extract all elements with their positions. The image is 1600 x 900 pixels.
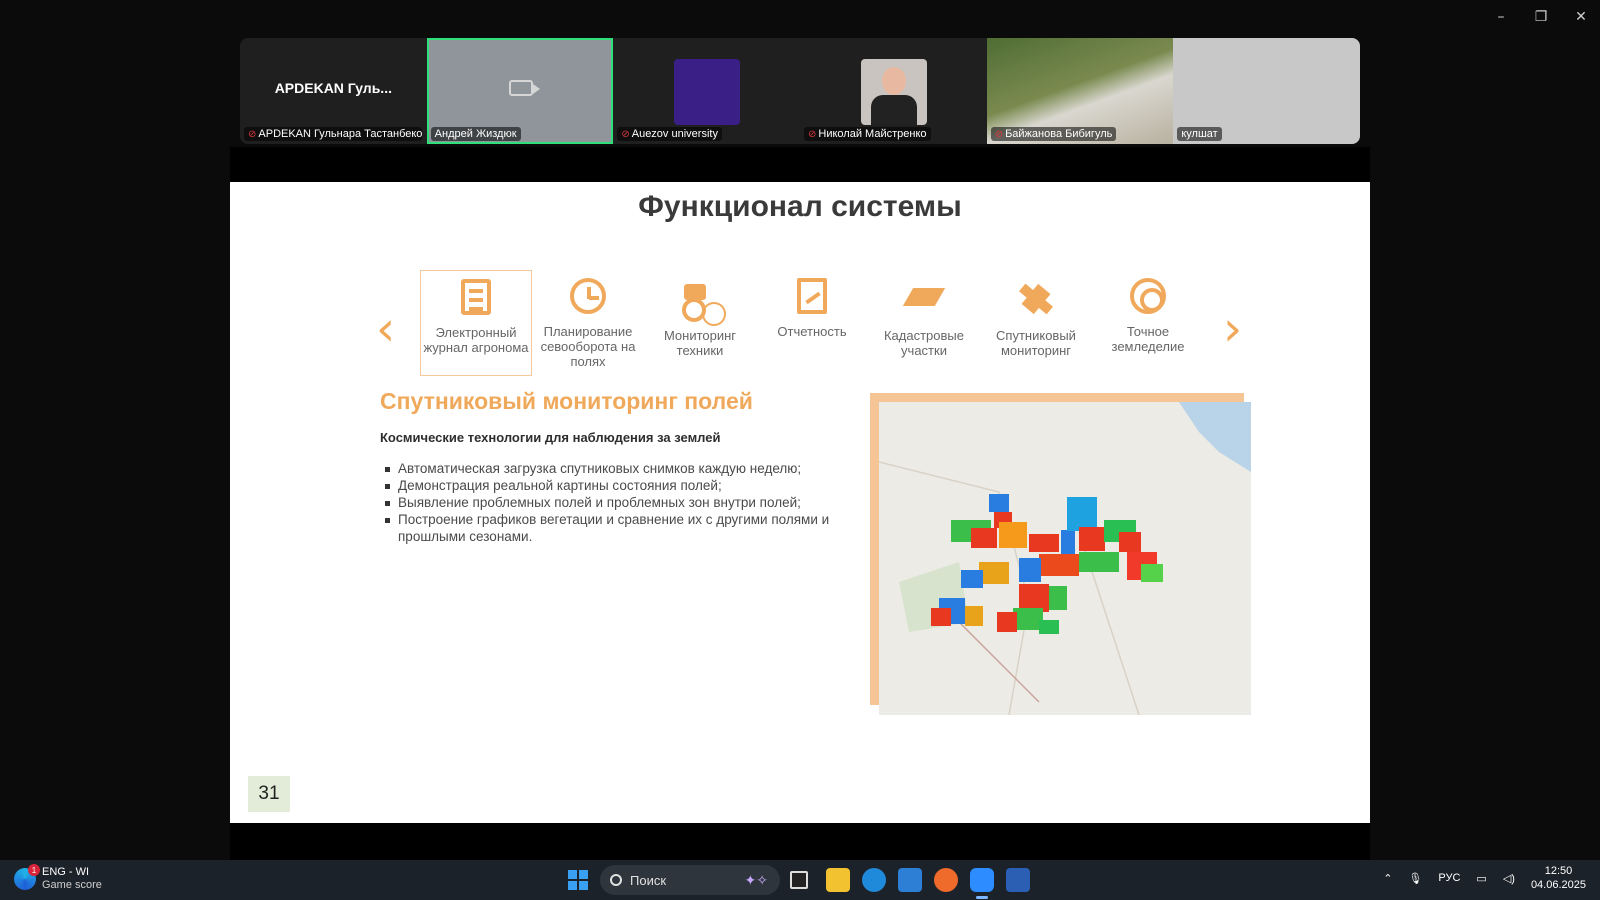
file-explorer-icon[interactable] [826,868,850,892]
zoom-app-icon[interactable] [970,868,994,892]
participant-video [861,59,928,125]
minimize-button[interactable]: – [1490,6,1512,28]
participant-name-label: Андрей Жиздюк [430,127,521,141]
shared-slide: Функционал системы ‹ › Электронный журна… [230,182,1370,823]
widget-subtitle: Game score [42,879,102,891]
store-icon[interactable] [898,868,922,892]
report-icon [797,278,827,314]
feature-item-cadastral: Кадастровые участки [868,270,980,376]
participant-tile-active[interactable]: Андрей Жиздюк [426,38,614,144]
clock-date: 04.06.2025 [1530,879,1586,891]
participant-tile[interactable]: ⊘ Николай Майстренко [800,38,987,144]
copilot-sparkle-icon: ✦✧ [744,871,768,888]
parcel-icon [904,278,944,318]
bullet-item: Демонстрация реальной картины состояния … [380,477,850,494]
muted-mic-icon: ⊘ [808,129,817,140]
screen: – ❐ ✕ APDEKAN Гуль... ⊘ APDEKAN Гульнара … [0,0,1600,900]
input-language[interactable]: РУС [1438,872,1460,884]
share-top-band [230,147,1370,183]
feature-item-precision: Точное земледелие [1092,270,1204,376]
network-icon[interactable]: ▭ [1476,872,1486,885]
feature-item-crop-rotation: Планирование севооборота на полях [532,270,644,376]
slide-title: Функционал системы [638,190,962,223]
feature-item-machinery: Мониторинг техники [644,270,756,376]
feature-item-satellite: Спутниковый мониторинг [980,270,1092,376]
participant-tile[interactable]: кулшат [1173,38,1360,144]
microphone-icon[interactable]: 🎙 [1408,872,1422,885]
participant-tile[interactable]: APDEKAN Гуль... ⊘ APDEKAN Гульнара Тастан… [240,38,427,144]
close-button[interactable]: ✕ [1570,6,1592,28]
participant-name-label: ⊘ Николай Майстренко [804,127,931,141]
word-icon[interactable] [1006,868,1030,892]
chevron-left-icon: ‹ [376,301,396,357]
section-heading: Спутниковый мониторинг полей [380,388,753,414]
target-icon [1130,278,1166,314]
chevron-up-icon[interactable]: ⌃ [1383,872,1392,885]
feature-label: Мониторинг техники [663,328,737,358]
bullet-item: Выявление проблемных полей и проблемных … [380,494,850,511]
map-frame [870,393,1251,715]
system-tray: ⌃ 🎙 РУС ▭ ◁) 12:50 04.06.2025 [1383,864,1586,892]
tractor-icon [680,278,720,322]
chevron-right-icon: › [1223,301,1243,357]
participant-strip: APDEKAN Гуль... ⊘ APDEKAN Гульнара Тастан… [240,38,1360,144]
participant-name-label: ⊘ Auezov university [617,127,722,141]
notification-badge: 1 [28,864,40,876]
satellite-map-image [879,402,1251,715]
muted-mic-icon: ⊘ [248,129,257,140]
active-app-indicator [976,896,988,899]
widget-title: ENG - WI [42,866,90,878]
video-off-icon [508,80,540,96]
taskbar-clock[interactable]: 12:50 04.06.2025 [1531,864,1586,892]
volume-icon[interactable]: ◁) [1503,872,1515,885]
clock-time: 12:50 [1544,865,1573,877]
feature-label: Точное земледелие [1111,324,1185,354]
windows-taskbar: 1 ENG - WI Game score Поиск ✦✧ ⌃ 🎙 РУС ▭… [0,860,1600,900]
participant-display-name: APDEKAN Гуль... [274,80,392,96]
search-icon [610,874,622,886]
muted-mic-icon: ⊘ [621,129,630,140]
windows-start-icon[interactable] [568,870,588,890]
bullet-list: Автоматическая загрузка спутниковых сним… [380,460,850,545]
feature-label: Отчетность [777,324,847,339]
participant-name-label: ⊘ Байжанова Бибигуль [990,127,1117,141]
participant-name-label: кулшат [1177,127,1222,141]
widget-notification[interactable]: 1 ENG - WI Game score [14,864,102,892]
section-caption: Космические технологии для наблюдения за… [380,430,721,445]
field-map-graphic [879,402,1251,715]
participant-avatar [674,59,741,125]
slide-page-number: 31 [248,776,290,812]
edge-browser-icon[interactable] [862,868,886,892]
clock-icon [570,278,606,314]
feature-label: Спутниковый мониторинг [996,328,1076,358]
share-bottom-band [230,823,1370,860]
participant-tile[interactable]: ⊘ Байжанова Бибигуль [986,38,1174,144]
satellite-icon [1016,278,1056,318]
feature-label: Планирование севооборота на полях [540,324,636,369]
search-placeholder: Поиск [630,872,667,888]
taskbar-search[interactable]: Поиск ✦✧ [600,865,780,895]
task-view-icon[interactable] [790,871,808,889]
bullet-item: Построение графиков вегетации и сравнени… [380,511,850,545]
window-controls: – ❐ ✕ [1490,6,1592,28]
restore-button[interactable]: ❐ [1530,6,1552,28]
feature-label: Кадастровые участки [883,328,964,358]
muted-mic-icon: ⊘ [994,129,1004,140]
journal-icon [461,279,491,315]
feature-item-reports: Отчетность [756,270,868,376]
participant-tile[interactable]: ⊘ Auezov university [613,38,801,144]
firefox-icon[interactable] [934,868,958,892]
widget-icon: 1 [14,864,40,890]
feature-item-journal: Электронный журнал агронома [420,270,532,376]
feature-label: Электронный журнал агронома [423,325,529,355]
participant-name-label: ⊘ APDEKAN Гульнара Тастанбеко... [244,127,422,141]
bullet-item: Автоматическая загрузка спутниковых сним… [380,460,850,477]
feature-row: Электронный журнал агронома Планирование… [420,270,1204,376]
